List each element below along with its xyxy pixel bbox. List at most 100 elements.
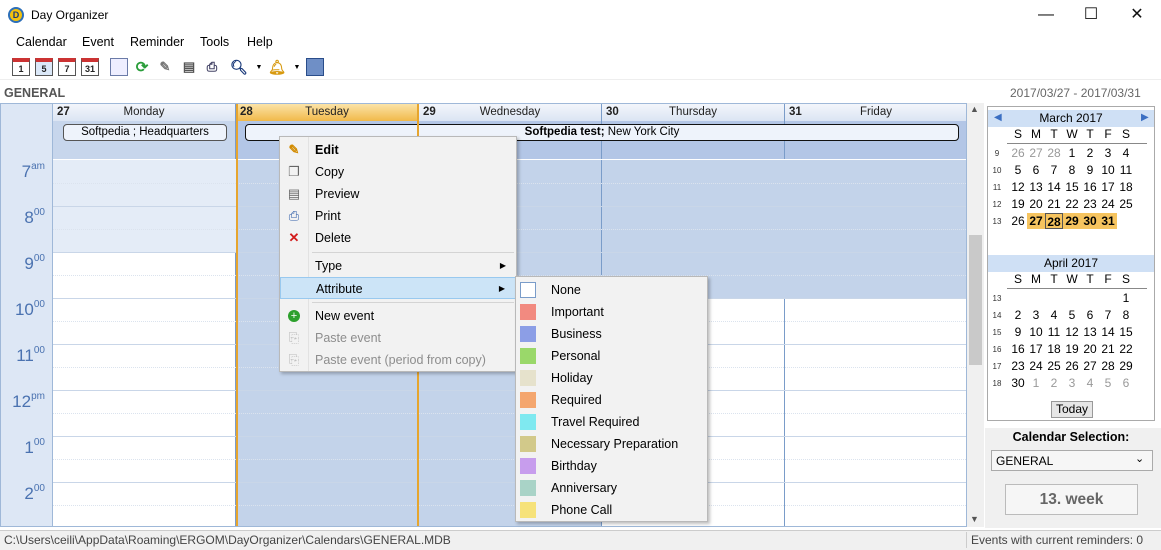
view-1-day-icon[interactable]: 1 [12,58,30,76]
search-icon[interactable]: 🔍︎ [230,58,248,76]
day-cell[interactable]: 20 [1081,341,1099,357]
day-cell[interactable]: 7 [1099,307,1117,323]
view-5-day-icon[interactable]: 5 [35,58,53,76]
day-cell[interactable]: 13 [1027,179,1045,195]
day-cell[interactable]: 6 [1081,307,1099,323]
menu-reminder[interactable]: Reminder [130,35,184,49]
day-cell[interactable]: 2 [1009,307,1027,323]
menu-item-delete[interactable]: ✕ Delete [280,227,516,249]
day-cell[interactable]: 17 [1027,341,1045,357]
calendar-select[interactable]: GENERAL [991,450,1153,471]
day-cell[interactable]: 18 [1117,179,1135,195]
day-cell[interactable]: 16 [1009,341,1027,357]
day-cell[interactable]: 29 [1063,213,1081,229]
menu-event[interactable]: Event [82,35,114,49]
menu-item-attribute[interactable]: Attribute ▶ [280,277,516,299]
search-dropdown-icon[interactable]: ▼ [250,58,268,76]
day-cell[interactable]: 16 [1081,179,1099,195]
attribute-item[interactable]: Personal [516,345,707,367]
day-header[interactable]: 29 Wednesday [419,104,602,121]
day-cell[interactable]: 28 [1099,358,1117,374]
day-cell[interactable]: 24 [1027,358,1045,374]
day-cell[interactable]: 14 [1045,179,1063,195]
day-cell[interactable]: 21 [1045,196,1063,212]
day-cell[interactable]: 6 [1117,375,1135,391]
menu-item-print[interactable]: ⎙ Print [280,205,516,227]
day-cell[interactable]: 14 [1099,324,1117,340]
today-button[interactable]: Today [1051,401,1093,418]
day-cell[interactable]: 26 [1009,145,1027,161]
day-cell[interactable]: 23 [1081,196,1099,212]
day-cell[interactable]: 28 [1045,213,1063,229]
day-cell[interactable]: 26 [1009,213,1027,229]
prev-month-icon[interactable]: ◀ [994,112,1002,123]
bell-dropdown-icon[interactable]: ▼ [288,58,306,76]
day-cell[interactable]: 22 [1063,196,1081,212]
day-cell[interactable]: 25 [1045,358,1063,374]
day-cell[interactable]: 27 [1027,213,1045,229]
save-icon[interactable] [306,58,324,76]
scrollbar-thumb[interactable] [969,235,982,365]
day-cell[interactable]: 4 [1117,145,1135,161]
day-cell[interactable]: 3 [1027,307,1045,323]
day-cell[interactable]: 5 [1099,375,1117,391]
day-cell[interactable]: 7 [1045,162,1063,178]
day-cell[interactable]: 3 [1099,145,1117,161]
day-header-today[interactable]: 28 Tuesday [236,104,419,121]
minimize-button[interactable]: — [1023,0,1069,30]
day-cell[interactable]: 15 [1063,179,1081,195]
day-cell[interactable]: 24 [1099,196,1117,212]
attribute-item[interactable]: Important [516,301,707,323]
day-cell[interactable]: 2 [1081,145,1099,161]
day-cell[interactable]: 15 [1117,324,1135,340]
maximize-button[interactable]: ☐ [1068,0,1114,30]
day-cell[interactable]: 19 [1063,341,1081,357]
day-cell[interactable]: 1 [1027,375,1045,391]
day-cell[interactable]: 6 [1027,162,1045,178]
attribute-item[interactable]: Birthday [516,455,707,477]
refresh-icon[interactable]: ⟳ [133,58,151,76]
day-cell[interactable]: 1 [1063,145,1081,161]
day-cell[interactable]: 27 [1027,145,1045,161]
day-cell[interactable]: 5 [1063,307,1081,323]
day-cell[interactable]: 28 [1045,145,1063,161]
day-cell[interactable]: 27 [1081,358,1099,374]
day-cell[interactable]: 1 [1117,290,1135,306]
day-cell[interactable]: 11 [1045,324,1063,340]
menu-item-new-event[interactable]: + New event [280,305,516,327]
bell-icon[interactable]: 🔔︎ [268,58,286,76]
view-month-icon[interactable]: 31 [81,58,99,76]
day-cell[interactable]: 22 [1117,341,1135,357]
day-cell[interactable]: 12 [1063,324,1081,340]
mini-calendar[interactable]: March 2017 ◀ ▶ April 2017 Today SMTWTFS9… [987,106,1155,421]
scroll-down-icon[interactable]: ▼ [970,514,979,524]
attribute-item[interactable]: Required [516,389,707,411]
menu-help[interactable]: Help [247,35,273,49]
day-cell[interactable]: 9 [1081,162,1099,178]
attribute-item[interactable]: Necessary Preparation [516,433,707,455]
day-cell[interactable]: 5 [1009,162,1027,178]
day-header[interactable]: 30 Thursday [602,104,785,121]
day-cell[interactable]: 11 [1117,162,1135,178]
attribute-item[interactable]: Phone Call [516,499,707,521]
preview-icon[interactable]: ▤ [180,58,198,76]
day-cell[interactable]: 4 [1045,307,1063,323]
context-menu[interactable]: ✎ Edit ❐ Copy ▤ Preview ⎙ Print ✕ Delete Type… [279,136,517,372]
day-cell[interactable]: 21 [1099,341,1117,357]
day-cell[interactable]: 10 [1027,324,1045,340]
day-cell[interactable]: 19 [1009,196,1027,212]
menu-item-preview[interactable]: ▤ Preview [280,183,516,205]
menu-item-copy[interactable]: ❐ Copy [280,161,516,183]
day-cell[interactable]: 17 [1099,179,1117,195]
menu-item-type[interactable]: Type ▶ [280,255,516,277]
close-button[interactable]: ✕ [1114,0,1160,30]
day-cell[interactable]: 31 [1099,213,1117,229]
print-icon[interactable]: ⎙ [203,58,221,76]
day-cell[interactable]: 12 [1009,179,1027,195]
day-cell[interactable]: 9 [1009,324,1027,340]
menu-tools[interactable]: Tools [200,35,229,49]
day-cell[interactable]: 18 [1045,341,1063,357]
day-cell[interactable]: 13 [1081,324,1099,340]
day-cell[interactable]: 25 [1117,196,1135,212]
next-month-icon[interactable]: ▶ [1141,112,1149,123]
